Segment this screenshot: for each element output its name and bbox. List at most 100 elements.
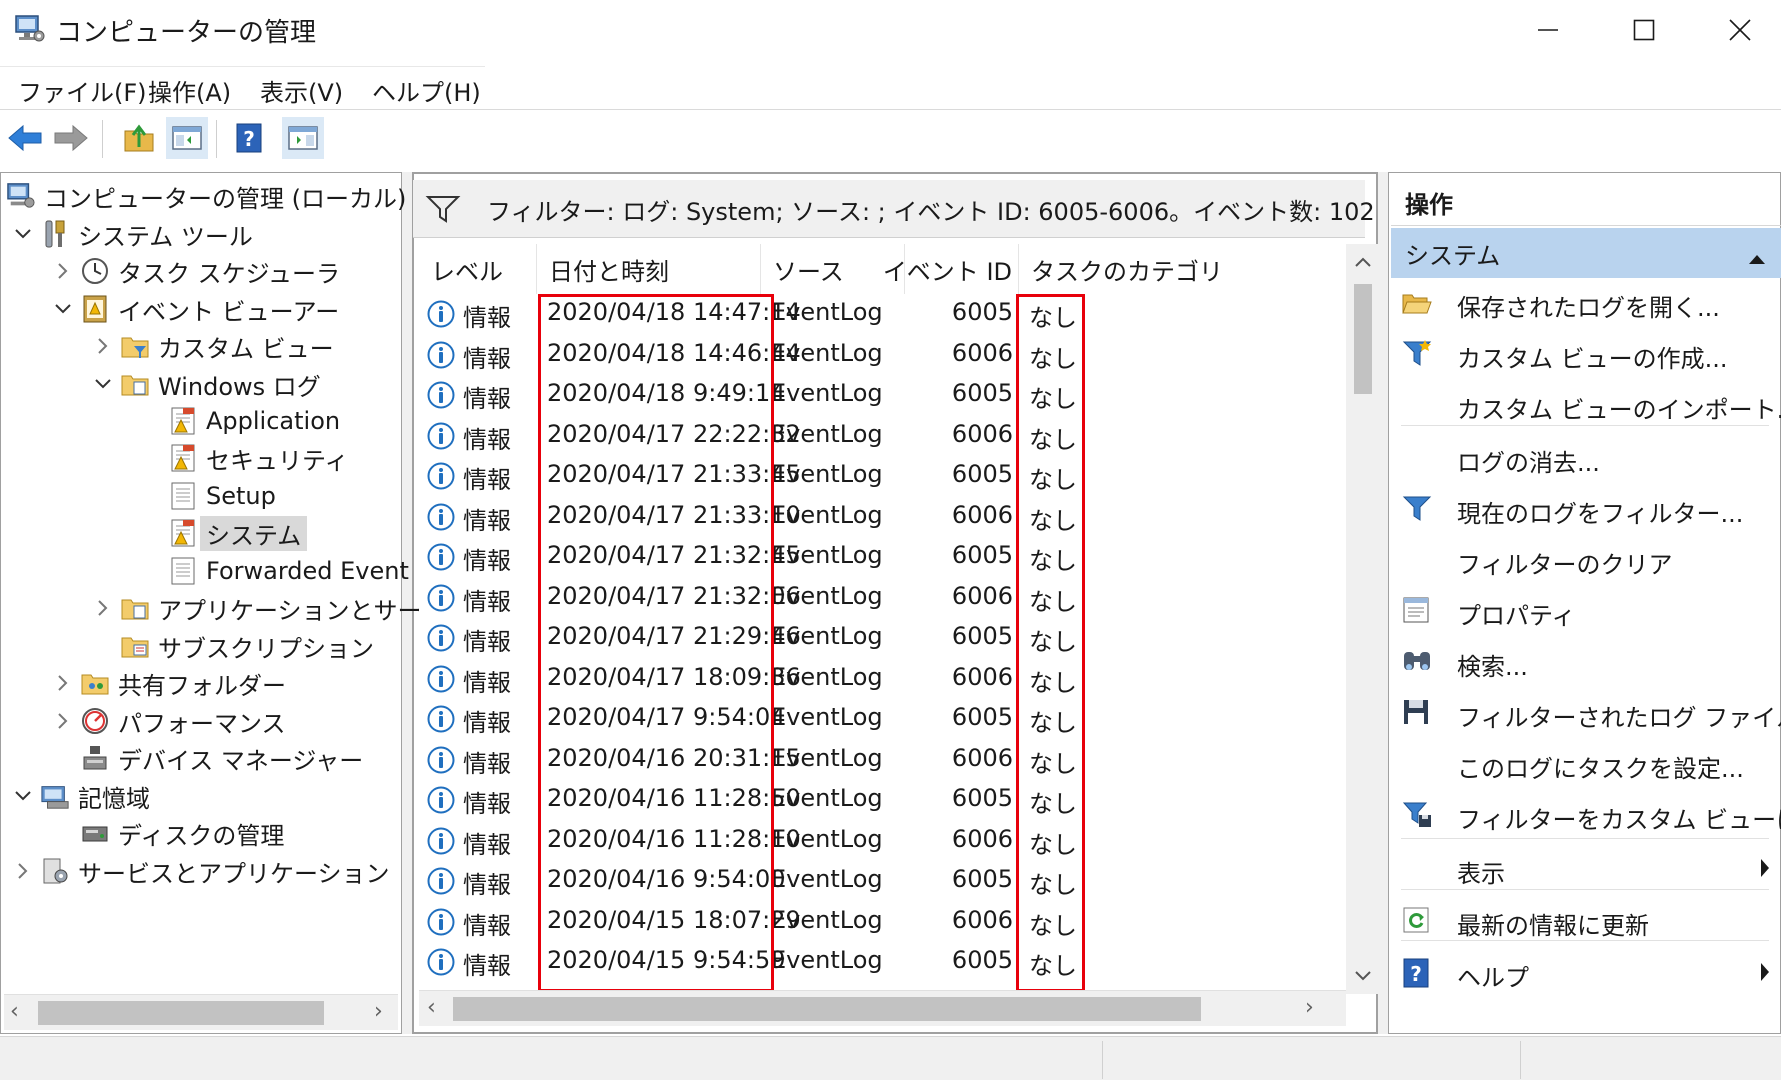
tree-item-applications-and-services[interactable]: アプリケーションとサービ	[92, 590, 446, 626]
event-level: 情報	[463, 749, 511, 778]
close-button[interactable]	[1692, 0, 1781, 60]
info-icon	[427, 503, 455, 531]
tree-item-security[interactable]: セキュリティ	[168, 440, 349, 476]
tree-item-disk-management[interactable]: ディスクの管理	[80, 815, 284, 851]
column-header-level[interactable]: レベル	[419, 244, 537, 294]
scroll-down-icon[interactable]	[1354, 966, 1372, 987]
forward-button[interactable]	[50, 117, 92, 159]
event-row[interactable]: 情報 2020/04/15 9:54:59 EventLog 6005 なし	[419, 942, 1346, 983]
tree-item-event-viewer[interactable]: イベント ビューアー	[52, 291, 339, 327]
events-horizontal-scrollbar[interactable]: ‹ ›	[419, 990, 1346, 1026]
event-row[interactable]: 情報 2020/04/17 21:33:10 EventLog 6006 なし	[419, 497, 1346, 538]
action-separator	[1401, 940, 1769, 941]
scroll-thumb[interactable]	[38, 1001, 324, 1025]
event-row[interactable]: 情報 2020/04/17 21:32:06 EventLog 6006 なし	[419, 578, 1346, 619]
back-button[interactable]	[4, 117, 46, 159]
chevron-right-icon[interactable]	[52, 260, 74, 282]
events-vertical-scrollbar[interactable]	[1346, 244, 1380, 994]
menu-file[interactable]: ファイル(F)	[14, 73, 151, 108]
menu-action[interactable]: 操作(A)	[144, 73, 235, 108]
column-header-datetime[interactable]: 日付と時刻	[537, 244, 761, 294]
event-row[interactable]: 情報 2020/04/17 21:33:45 EventLog 6005 なし	[419, 456, 1346, 497]
action-item[interactable]: カスタム ビューのインポート...	[1391, 380, 1781, 430]
chevron-down-icon[interactable]	[12, 223, 34, 245]
action-item[interactable]: 表示	[1391, 844, 1781, 894]
chevron-right-icon[interactable]	[92, 335, 114, 357]
column-header-event-id[interactable]: イベント ID	[883, 244, 1019, 294]
shared-folder-icon	[80, 668, 110, 698]
action-item[interactable]: カスタム ビューの作成...	[1391, 329, 1781, 379]
event-row[interactable]: 情報 2020/04/17 21:29:46 EventLog 6005 なし	[419, 618, 1346, 659]
event-row[interactable]: 情報 2020/04/17 18:09:36 EventLog 6006 なし	[419, 659, 1346, 700]
event-row[interactable]: 情報 2020/04/18 14:46:44 EventLog 6006 なし	[419, 335, 1346, 376]
event-row[interactable]: 情報 2020/04/18 14:47:14 EventLog 6005 なし	[419, 294, 1346, 335]
tree-item-services-and-applications[interactable]: サービスとアプリケーション	[12, 853, 390, 889]
chevron-down-icon[interactable]	[12, 785, 34, 807]
action-item[interactable]: 検索...	[1391, 637, 1781, 687]
event-row[interactable]: 情報 2020/04/18 9:49:14 EventLog 6005 なし	[419, 375, 1346, 416]
tree-item-system[interactable]: システム	[168, 515, 308, 551]
action-item[interactable]: 最新の情報に更新	[1391, 896, 1781, 946]
tree-horizontal-scrollbar[interactable]: ‹ ›	[4, 994, 398, 1030]
tree-item-setup[interactable]: Setup	[168, 478, 276, 514]
chevron-right-icon[interactable]	[52, 672, 74, 694]
chevron-down-icon[interactable]	[52, 298, 74, 320]
tree-item-subscriptions[interactable]: サブスクリプション	[120, 628, 374, 664]
tree-item-application[interactable]: Application	[168, 403, 340, 439]
event-row[interactable]: 情報 2020/04/17 22:22:32 EventLog 6006 なし	[419, 416, 1346, 457]
scroll-right-icon[interactable]: ›	[1305, 995, 1314, 1020]
log-icon	[168, 556, 198, 586]
scroll-left-icon[interactable]: ‹	[427, 995, 436, 1020]
help-toolbar-button[interactable]: ?	[228, 117, 270, 159]
scroll-left-icon[interactable]: ‹	[10, 999, 19, 1024]
action-item[interactable]: フィルターをカスタム ビューに...	[1391, 790, 1781, 840]
action-item[interactable]: プロパティ	[1391, 586, 1781, 636]
minimize-button[interactable]	[1500, 0, 1596, 60]
maximize-button[interactable]	[1596, 0, 1692, 60]
up-folder-button[interactable]	[118, 117, 160, 159]
scroll-thumb[interactable]	[453, 997, 1201, 1021]
tree-item-label: イベント ビューアー	[118, 297, 340, 326]
event-row[interactable]: 情報 2020/04/17 21:32:45 EventLog 6005 なし	[419, 537, 1346, 578]
chevron-right-icon[interactable]	[92, 597, 114, 619]
action-item[interactable]: このログにタスクを設定...	[1391, 739, 1781, 789]
action-item-label: 表示	[1457, 860, 1505, 888]
chevron-right-icon[interactable]	[52, 710, 74, 732]
event-row[interactable]: 情報 2020/04/17 9:54:04 EventLog 6005 なし	[419, 699, 1346, 740]
chevron-down-icon[interactable]	[92, 373, 114, 395]
tree-item-computer-management[interactable]: コンピューターの管理 (ローカル)	[6, 178, 406, 214]
action-item[interactable]: ログの消去...	[1391, 433, 1781, 483]
show-hide-action-pane-button[interactable]	[282, 117, 324, 159]
actions-section-system[interactable]: システム	[1391, 228, 1781, 278]
status-divider	[1102, 1041, 1103, 1079]
tree-item-shared-folders[interactable]: 共有フォルダー	[52, 665, 286, 701]
action-item[interactable]: 保存されたログを開く...	[1391, 278, 1781, 328]
collapse-up-icon[interactable]	[1747, 244, 1767, 272]
scroll-thumb[interactable]	[1354, 284, 1372, 394]
scroll-up-icon[interactable]	[1354, 252, 1372, 273]
tree-item-forwarded-events[interactable]: Forwarded Event	[168, 553, 409, 589]
event-row[interactable]: 情報 2020/04/15 18:07:29 EventLog 6006 なし	[419, 902, 1346, 943]
tree-item-device-manager[interactable]: デバイス マネージャー	[80, 740, 363, 776]
show-hide-tree-button[interactable]	[166, 117, 208, 159]
chevron-right-icon[interactable]	[12, 860, 34, 882]
tree-item-storage[interactable]: 記憶域	[12, 778, 150, 814]
menu-help[interactable]: ヘルプ(H)	[368, 73, 485, 108]
action-item[interactable]: ? ヘルプ	[1391, 948, 1781, 998]
tree-item-system-tools[interactable]: システム ツール	[12, 216, 253, 252]
event-row[interactable]: 情報 2020/04/16 9:54:00 EventLog 6005 なし	[419, 861, 1346, 902]
action-item-label: 最新の情報に更新	[1457, 912, 1649, 940]
tree-item-custom-views[interactable]: カスタム ビュー	[92, 328, 334, 364]
action-item[interactable]: 現在のログをフィルター...	[1391, 484, 1781, 534]
scroll-right-icon[interactable]: ›	[374, 999, 383, 1024]
menu-view[interactable]: 表示(V)	[256, 73, 347, 108]
event-row[interactable]: 情報 2020/04/16 11:28:50 EventLog 6005 なし	[419, 780, 1346, 821]
tree-item-performance[interactable]: パフォーマンス	[52, 703, 286, 739]
column-header-task-category[interactable]: タスクのカテゴリ	[1019, 244, 1346, 294]
event-row[interactable]: 情報 2020/04/16 20:31:15 EventLog 6006 なし	[419, 740, 1346, 781]
event-row[interactable]: 情報 2020/04/16 11:28:10 EventLog 6006 なし	[419, 821, 1346, 862]
tree-item-windows-logs[interactable]: Windows ログ	[92, 366, 321, 402]
action-item[interactable]: フィルターされたログ ファイル...	[1391, 688, 1781, 738]
action-item[interactable]: フィルターのクリア	[1391, 535, 1781, 585]
tree-item-task-scheduler[interactable]: タスク スケジューラ	[52, 253, 340, 289]
